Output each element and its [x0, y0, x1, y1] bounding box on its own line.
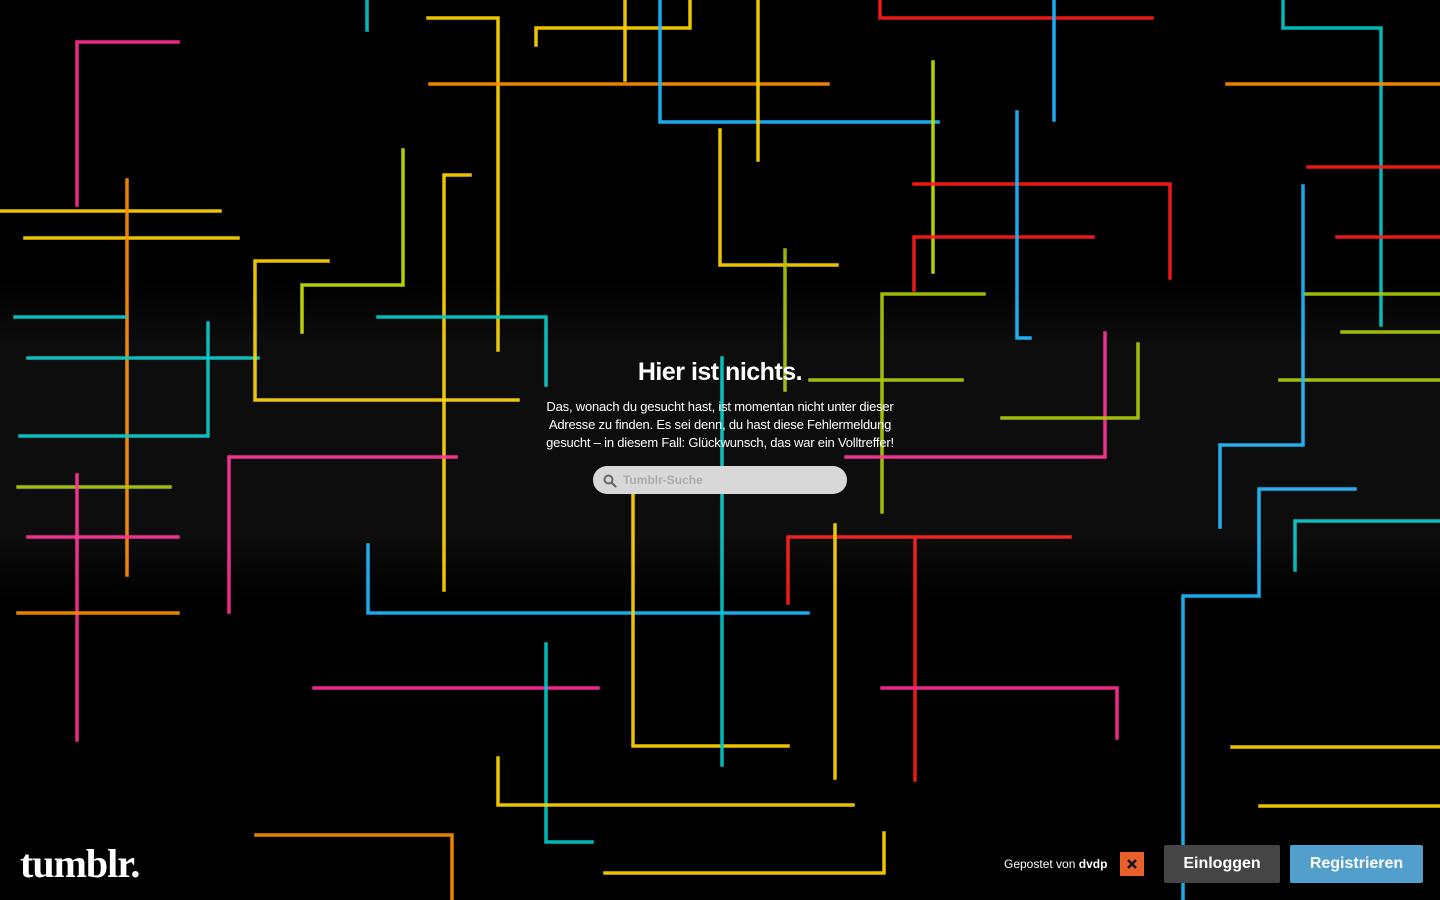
error-panel: Hier ist nichts. Das, wonach du gesucht … [540, 356, 900, 494]
background-line [442, 173, 472, 592]
background-line [878, 0, 1154, 20]
background-line [718, 128, 839, 267]
background-line [631, 483, 790, 748]
background-line [1000, 342, 1140, 420]
background-line [534, 0, 692, 47]
error-description: Das, wonach du gesucht hast, ist momenta… [546, 399, 894, 450]
background-line [912, 235, 1095, 292]
background-line [912, 182, 1172, 280]
background-line [786, 535, 1072, 605]
background-line [227, 455, 458, 614]
background-line [1218, 184, 1305, 529]
posted-by-label: Gepostet von [1004, 857, 1076, 871]
background-line [300, 148, 405, 334]
posted-by-user[interactable]: dvdp [1079, 857, 1108, 871]
search-icon [602, 473, 618, 489]
background-line [253, 259, 520, 402]
background-line [254, 833, 454, 900]
background-line [544, 642, 594, 844]
background-line [376, 315, 548, 387]
background-line [496, 756, 855, 807]
posted-by: Gepostet von dvdp [1004, 857, 1107, 871]
background-line [1015, 110, 1032, 340]
avatar-icon[interactable] [1120, 852, 1144, 876]
background-line [426, 16, 500, 352]
background-line [1293, 519, 1440, 572]
page-title: Hier ist nichts. [637, 358, 803, 386]
background-line [880, 686, 1119, 740]
background-line [1281, 0, 1383, 327]
background-line [18, 321, 210, 438]
background-line [366, 543, 810, 615]
register-button[interactable]: Registrieren [1290, 845, 1423, 883]
background-line [1181, 487, 1357, 900]
login-button[interactable]: Einloggen [1164, 845, 1280, 883]
search-input[interactable] [623, 466, 833, 494]
background-line [603, 831, 886, 875]
search-box[interactable] [593, 466, 847, 494]
tumblr-logo[interactable]: tumblr. [20, 840, 140, 888]
